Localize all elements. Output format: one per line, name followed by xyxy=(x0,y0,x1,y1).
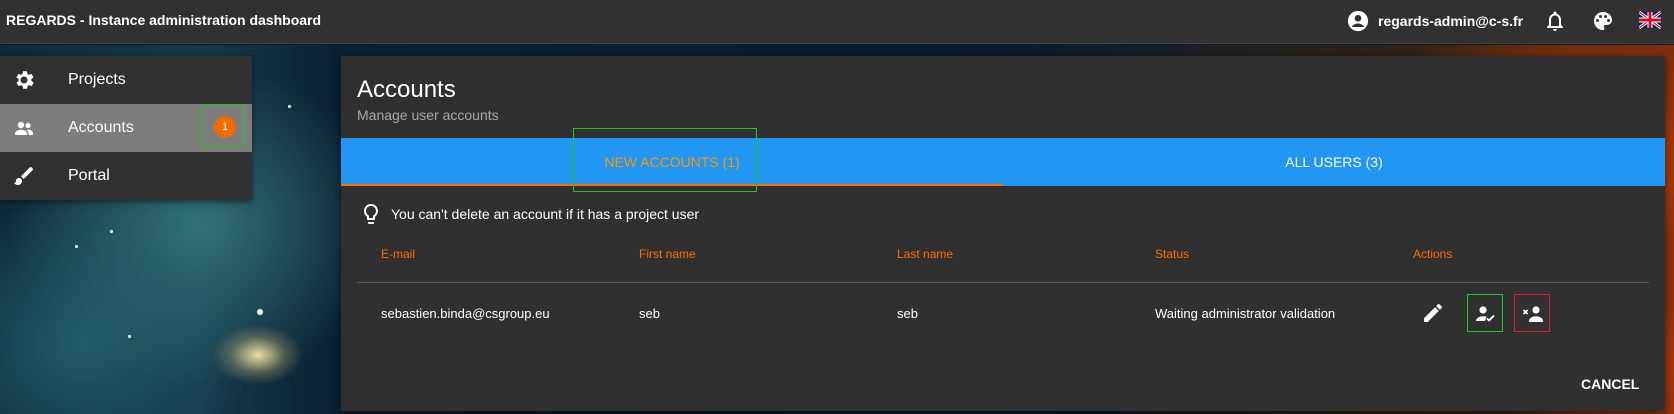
menu-item-portal[interactable]: Portal xyxy=(0,152,252,200)
cell-email: sebastien.binda@csgroup.eu xyxy=(381,306,550,321)
refuse-user-icon xyxy=(1522,306,1543,322)
side-menu: Projects Accounts 1 Portal xyxy=(0,56,252,200)
column-header-first-name[interactable]: First name xyxy=(639,247,696,261)
star xyxy=(257,309,263,315)
tab-highlight-box xyxy=(573,128,757,192)
lightbulb-icon xyxy=(364,204,378,224)
edit-icon xyxy=(1424,304,1442,322)
star xyxy=(110,230,113,233)
column-header-last-name[interactable]: Last name xyxy=(897,247,953,261)
app-bar: REGARDS - Instance administration dashbo… xyxy=(0,0,1674,44)
bell-icon[interactable] xyxy=(1543,9,1567,33)
column-header-email[interactable]: E-mail xyxy=(381,247,415,261)
uk-flag-icon[interactable] xyxy=(1639,11,1661,29)
refuse-account-button[interactable] xyxy=(1514,294,1550,332)
account-circle-icon xyxy=(1347,10,1369,32)
page-subtitle: Manage user accounts xyxy=(357,107,499,123)
cancel-button[interactable]: CANCEL xyxy=(1581,376,1639,392)
accounts-card: Accounts Manage user accounts NEW ACCOUN… xyxy=(341,56,1665,411)
menu-item-projects[interactable]: Projects xyxy=(0,56,252,104)
cell-first-name: seb xyxy=(639,306,660,321)
user-menu[interactable]: regards-admin@c-s.fr xyxy=(1347,10,1523,32)
accept-account-button[interactable] xyxy=(1467,294,1503,332)
tab-bar: NEW ACCOUNTS (1) ALL USERS (3) xyxy=(341,128,1665,192)
palette-icon[interactable] xyxy=(1591,9,1615,33)
star xyxy=(75,245,78,248)
divider xyxy=(357,282,1649,283)
cell-last-name: seb xyxy=(897,306,918,321)
notification-badge: 1 xyxy=(214,116,236,138)
gear-icon xyxy=(16,71,34,89)
info-tip: You can't delete an account if it has a … xyxy=(391,206,700,222)
accept-user-icon xyxy=(1476,306,1495,322)
badge-highlight: 1 xyxy=(200,105,244,147)
brush-icon xyxy=(14,167,33,185)
menu-item-label: Projects xyxy=(68,71,126,88)
star xyxy=(288,105,291,108)
column-header-status[interactable]: Status xyxy=(1155,247,1189,261)
user-email: regards-admin@c-s.fr xyxy=(1378,13,1524,29)
app-title: REGARDS - Instance administration dashbo… xyxy=(6,12,322,28)
menu-item-accounts[interactable]: Accounts 1 xyxy=(0,104,252,152)
menu-item-label: Accounts xyxy=(68,119,134,136)
tab-all-users[interactable]: ALL USERS (3) xyxy=(1003,138,1665,186)
people-icon xyxy=(15,121,33,135)
star xyxy=(128,335,131,338)
menu-item-label: Portal xyxy=(68,167,110,184)
column-header-actions: Actions xyxy=(1413,247,1453,261)
edit-button[interactable] xyxy=(1415,294,1451,332)
page-title: Accounts xyxy=(357,76,456,103)
cell-status: Waiting administrator validation xyxy=(1155,306,1336,321)
